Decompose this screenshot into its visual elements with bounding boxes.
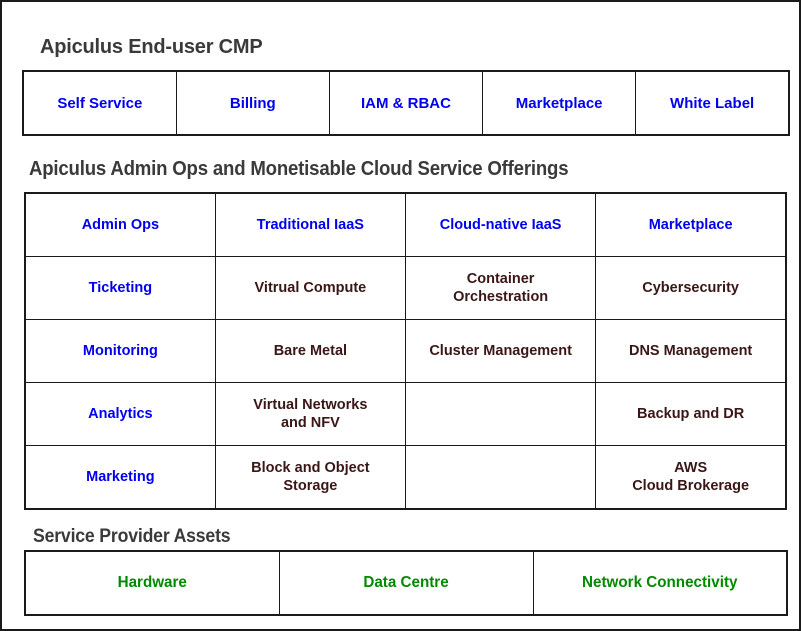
table-row: Ticketing Vitrual Compute Container Orch…: [24, 256, 787, 320]
enduser-capabilities-table: Self Service Billing IAM & RBAC Marketpl…: [22, 70, 790, 136]
service-provider-assets-table: Hardware Data Centre Network Connectivit…: [24, 550, 788, 616]
enduser-section-heading: Apiculus End-user CMP: [40, 36, 263, 58]
cell-self-service: Self Service: [22, 70, 177, 136]
cell-dns-management: DNS Management: [595, 319, 787, 383]
cell-marketing: Marketing: [24, 445, 216, 510]
cell-backup-and-dr: Backup and DR: [595, 382, 787, 446]
table-row: Self Service Billing IAM & RBAC Marketpl…: [22, 70, 790, 136]
cell-line-1: Virtual Networks: [253, 397, 368, 413]
cell-cluster-management: Cluster Management: [404, 319, 597, 383]
column-header-traditional-iaas: Traditional IaaS: [214, 192, 407, 257]
cell-monitoring: Monitoring: [24, 319, 216, 383]
cell-line-2: Storage: [283, 478, 338, 494]
cell-virtual-compute: Vitrual Compute: [214, 256, 407, 320]
table-row: Marketing Block and Object Storage AWS C…: [24, 445, 787, 510]
cell-hardware: Hardware: [30, 550, 274, 616]
assets-section-heading: Service Provider Assets: [33, 526, 231, 547]
diagram-canvas: Apiculus End-user CMP Self Service Billi…: [0, 0, 801, 631]
cell-empty-cloud-native-marketing: [404, 445, 597, 510]
cell-white-label: White Label: [635, 70, 790, 136]
cell-line-2: Orchestration: [453, 289, 549, 305]
cell-aws-cloud-brokerage: AWS Cloud Brokerage: [595, 445, 787, 510]
cell-block-and-object-storage: Block and Object Storage: [214, 445, 407, 510]
cell-line-1: Block and Object: [251, 460, 370, 476]
cell-network-connectivity: Network Connectivity: [538, 550, 782, 616]
cell-cybersecurity: Cybersecurity: [595, 256, 787, 320]
cell-line-1: AWS: [674, 460, 708, 476]
admin-section-heading: Apiculus Admin Ops and Monetisable Cloud…: [29, 158, 569, 180]
cell-ticketing: Ticketing: [24, 256, 216, 320]
cell-virtual-networks-nfv: Virtual Networks and NFV: [214, 382, 407, 446]
column-header-marketplace: Marketplace: [595, 192, 787, 257]
cell-analytics: Analytics: [24, 382, 216, 446]
cell-iam-rbac: IAM & RBAC: [328, 70, 484, 136]
cell-line-2: and NFV: [280, 415, 340, 431]
cell-empty-cloud-native-analytics: [404, 382, 597, 446]
table-row: Monitoring Bare Metal Cluster Management…: [24, 319, 787, 383]
cell-container-orchestration: Container Orchestration: [404, 256, 597, 320]
cell-line-1: Container: [466, 271, 535, 287]
column-header-cloud-native-iaas: Cloud-native IaaS: [404, 192, 597, 257]
cell-data-centre: Data Centre: [284, 550, 528, 616]
cell-bare-metal: Bare Metal: [214, 319, 407, 383]
cell-marketplace: Marketplace: [482, 70, 637, 136]
table-header-row: Admin Ops Traditional IaaS Cloud-native …: [24, 192, 787, 257]
cell-billing: Billing: [175, 70, 330, 136]
column-header-admin-ops: Admin Ops: [24, 192, 216, 257]
cell-line-2: Cloud Brokerage: [632, 478, 750, 494]
table-row: Hardware Data Centre Network Connectivit…: [25, 550, 787, 616]
admin-offerings-table: Admin Ops Traditional IaaS Cloud-native …: [24, 192, 787, 510]
table-row: Analytics Virtual Networks and NFV Backu…: [24, 382, 787, 446]
